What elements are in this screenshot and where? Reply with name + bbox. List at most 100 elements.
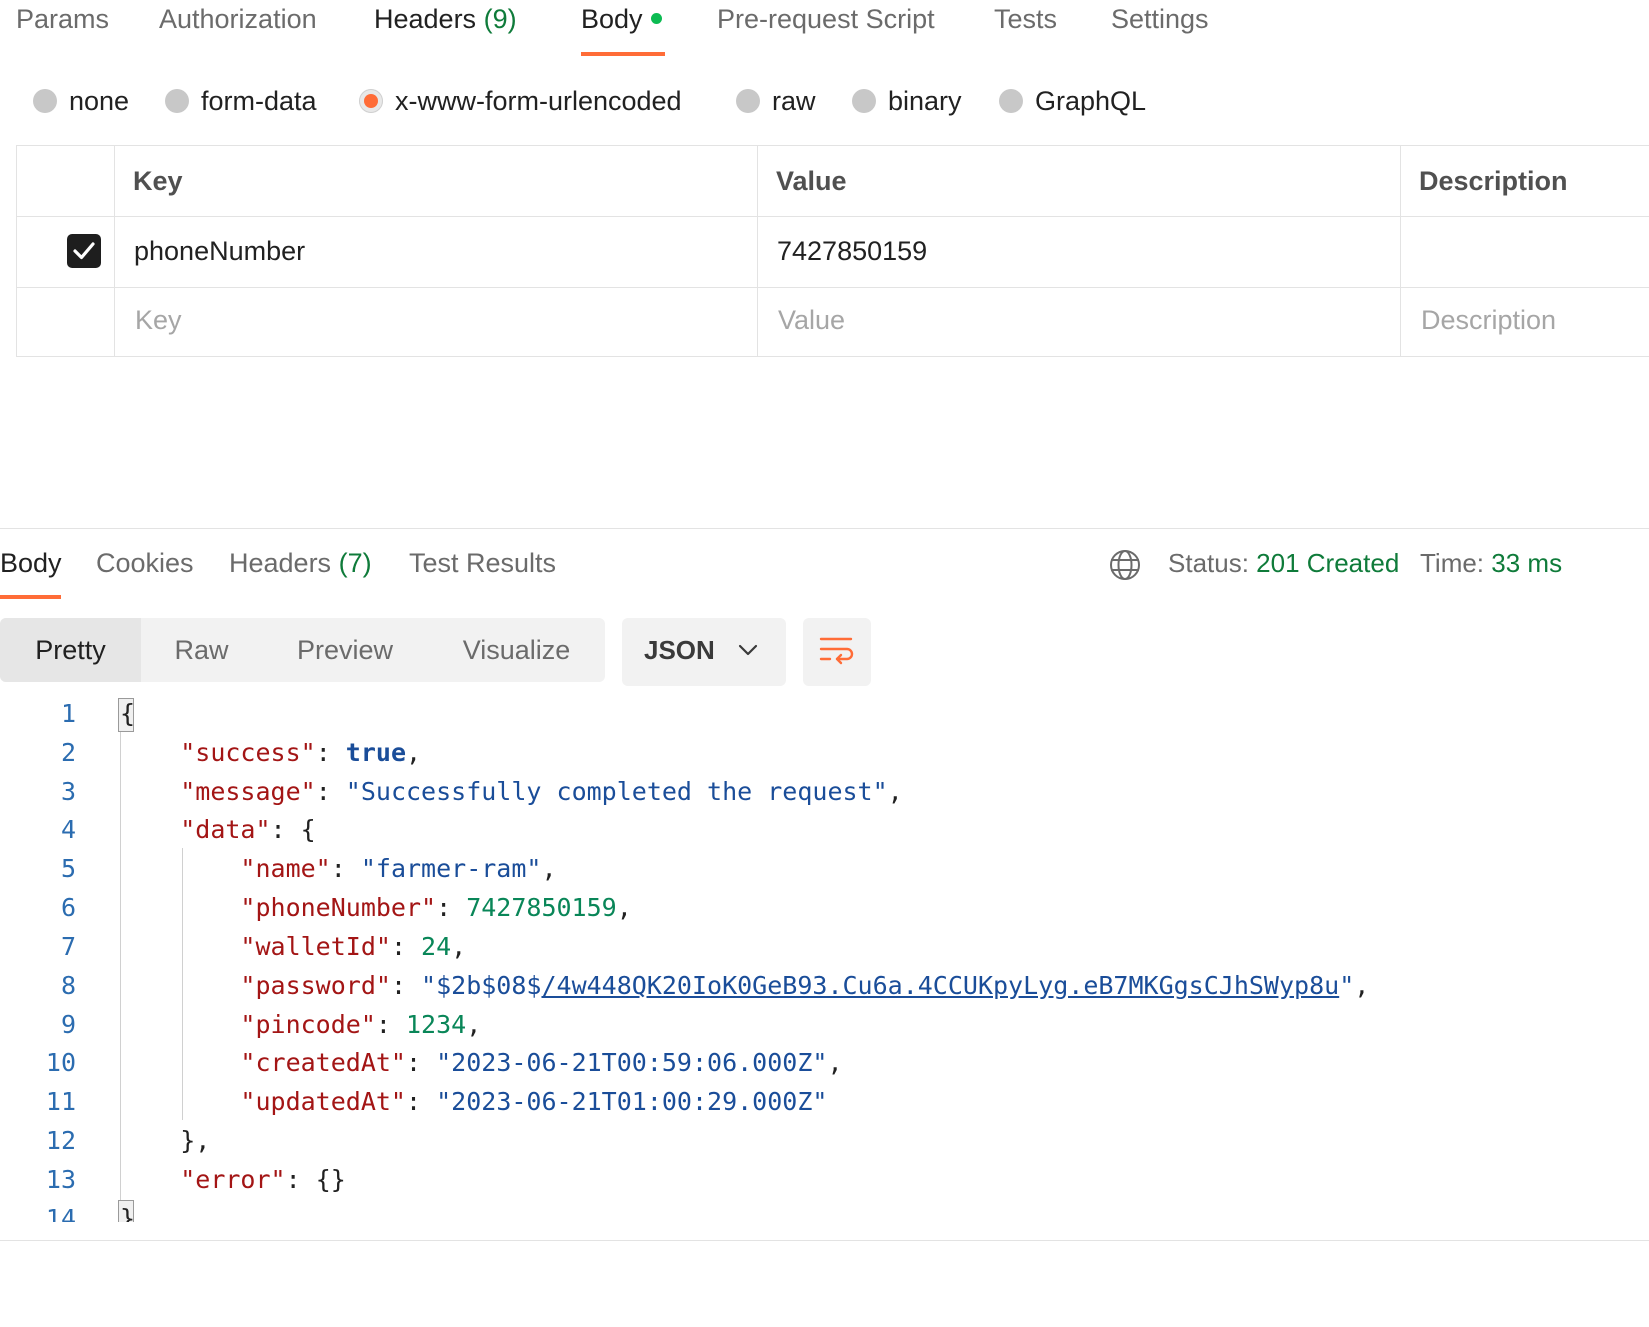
radio-circle	[852, 89, 876, 113]
line-number: 2	[60, 738, 76, 767]
tab-headers[interactable]: Headers (9)	[374, 4, 517, 35]
time-label: Time:	[1420, 548, 1485, 578]
column-divider	[1400, 146, 1401, 356]
json-value: "farmer-ram"	[360, 854, 542, 883]
radio-x-www-form-urlencoded[interactable]: x-www-form-urlencoded	[359, 86, 682, 117]
line-number: 7	[60, 932, 76, 961]
json-key: "updatedAt"	[240, 1087, 406, 1116]
column-header-value: Value	[776, 166, 847, 196]
tab-body-label: Body	[581, 4, 643, 34]
json-value: true	[345, 738, 407, 767]
json-key: "success"	[180, 738, 316, 767]
view-raw-button[interactable]: Raw	[141, 618, 262, 682]
status-label: Status:	[1168, 548, 1249, 578]
radio-graphql[interactable]: GraphQL	[999, 86, 1146, 117]
tab-pre-request-script[interactable]: Pre-request Script	[717, 4, 935, 35]
json-value: 24	[421, 932, 452, 961]
request-tabs: Params Authorization Headers (9) Body Pr…	[0, 0, 1649, 60]
json-value: "	[1339, 971, 1355, 1000]
view-preview-button[interactable]: Preview	[262, 618, 428, 682]
line-number: 10	[45, 1048, 76, 1077]
line-number: 4	[60, 815, 76, 844]
response-pane-divider[interactable]	[0, 528, 1649, 529]
json-key: "data"	[180, 815, 271, 844]
radio-form-data[interactable]: form-data	[165, 86, 317, 117]
tab-headers-label: Headers	[374, 4, 477, 34]
radio-circle	[165, 89, 189, 113]
globe-icon[interactable]	[1108, 548, 1142, 582]
row-divider	[17, 287, 1649, 288]
code-line: "name": "farmer-ram",	[240, 854, 557, 883]
response-tab-body[interactable]: Body	[0, 548, 62, 579]
body-type-selector: none form-data x-www-form-urlencoded raw…	[0, 76, 1649, 132]
code-line: "pincode": 1234,	[240, 1010, 482, 1039]
radio-raw[interactable]: raw	[736, 86, 816, 117]
line-number: 11	[45, 1087, 76, 1116]
check-icon	[73, 242, 95, 260]
new-key-input[interactable]: Key	[135, 305, 182, 336]
column-divider	[757, 146, 758, 356]
response-time[interactable]: Time: 33 ms	[1420, 548, 1562, 579]
wrap-lines-button[interactable]	[803, 618, 871, 686]
line-number: 5	[60, 854, 76, 883]
radio-circle	[736, 89, 760, 113]
active-tab-indicator	[581, 52, 665, 56]
new-description-input[interactable]: Description	[1421, 305, 1556, 336]
code-line: "phoneNumber": 7427850159,	[240, 893, 632, 922]
tab-tests[interactable]: Tests	[994, 4, 1057, 35]
line-number: 8	[60, 971, 76, 1000]
json-link[interactable]: /4w448QK20IoK0GeB93.Cu6a.4CCUKpyLyg.eB7M…	[541, 971, 1339, 1000]
param-key-cell[interactable]: phoneNumber	[134, 236, 305, 267]
json-value: 7427850159	[466, 893, 617, 922]
json-value: "Successfully completed the request"	[345, 777, 888, 806]
json-value: "$2b$08$	[421, 971, 542, 1000]
radio-label: GraphQL	[1035, 86, 1147, 116]
tab-params[interactable]: Params	[16, 4, 109, 35]
tab-settings[interactable]: Settings	[1111, 4, 1209, 35]
json-key: "error"	[180, 1165, 286, 1194]
code-line: }	[120, 1204, 136, 1222]
format-select-value: JSON	[644, 635, 715, 665]
tab-body[interactable]: Body	[581, 4, 662, 35]
radio-binary[interactable]: binary	[852, 86, 962, 117]
body-modified-dot	[650, 13, 662, 24]
response-tab-cookies[interactable]: Cookies	[96, 548, 194, 579]
response-status[interactable]: Status: 201 Created	[1168, 548, 1399, 579]
radio-none[interactable]: none	[33, 86, 129, 117]
tab-authorization[interactable]: Authorization	[159, 4, 317, 35]
view-visualize-button[interactable]: Visualize	[428, 618, 605, 682]
response-tab-headers-label: Headers	[229, 548, 332, 578]
line-number: 13	[45, 1165, 76, 1194]
row-enabled-checkbox[interactable]	[67, 234, 101, 268]
json-value: {}	[315, 1165, 346, 1194]
response-tab-headers[interactable]: Headers (7)	[229, 548, 372, 579]
column-header-key: Key	[133, 166, 183, 196]
radio-label: form-data	[201, 86, 317, 116]
json-value: "2023-06-21T00:59:06.000Z"	[436, 1048, 828, 1077]
body-params-table: Key Value Description phoneNumber 742785…	[16, 145, 1649, 357]
param-value-cell[interactable]: 7427850159	[777, 236, 927, 267]
line-number: 3	[60, 777, 76, 806]
response-format-select[interactable]: JSON	[622, 618, 786, 686]
line-number: 1	[60, 699, 76, 728]
response-active-tab-indicator	[0, 595, 61, 599]
line-number: 14	[45, 1204, 76, 1222]
line-number: 6	[60, 893, 76, 922]
radio-label: none	[69, 86, 130, 116]
radio-label: raw	[772, 86, 816, 116]
row-divider	[17, 216, 1649, 217]
radio-circle	[999, 89, 1023, 113]
response-tab-test-results[interactable]: Test Results	[409, 548, 556, 579]
json-value: 1234	[406, 1010, 467, 1039]
radio-circle-checked	[359, 89, 383, 113]
response-body-viewer[interactable]: 1 2 3 4 5 6 7 8 9 10 11 12 13 14 { "succ…	[0, 696, 1649, 1222]
code-line: "data": {	[180, 815, 316, 844]
json-value: "2023-06-21T01:00:29.000Z"	[436, 1087, 828, 1116]
code-line: "walletId": 24,	[240, 932, 467, 961]
line-number: 12	[45, 1126, 76, 1155]
status-value: 201 Created	[1256, 548, 1400, 578]
view-pretty-button[interactable]: Pretty	[0, 618, 141, 682]
json-key: "pincode"	[240, 1010, 376, 1039]
new-value-input[interactable]: Value	[778, 305, 845, 336]
line-number: 9	[60, 1010, 76, 1039]
